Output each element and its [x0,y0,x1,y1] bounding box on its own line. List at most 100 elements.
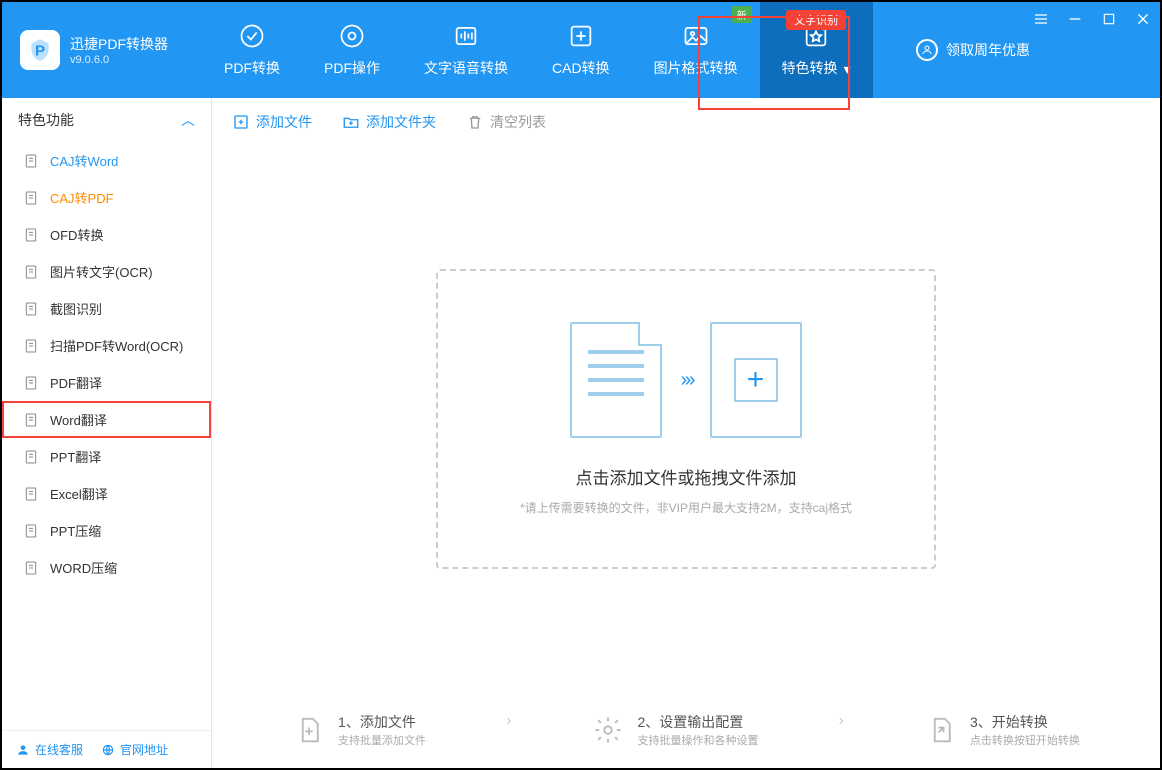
nav-label: CAD转换 [552,58,610,78]
sidebar-item-label: CAJ转PDF [50,188,114,207]
drop-graphic: › › › + [570,322,801,438]
sidebar-item-label: Excel翻译 [50,484,108,503]
reward-link[interactable]: 领取周年优惠 [916,39,1030,61]
plus-file-icon [232,113,250,131]
sidebar-item-label: 图片转文字(OCR) [50,262,153,281]
sidebar-item-2[interactable]: OFD转换 [2,216,211,253]
sidebar-item-1[interactable]: CAJ转PDF [2,179,211,216]
nav-tab-image[interactable]: 新 图片格式转换 [632,2,760,98]
app-logo-icon: P [20,30,60,70]
nav-tabs: PDF转换 PDF操作 文字语音转换 CAD转换 新 图片格式转换 文字识别 特… [202,2,873,98]
file-plus-icon [292,713,326,747]
step-1: 1、添加文件支持批量添加文件 [292,712,426,748]
minimize-icon[interactable] [1066,10,1084,28]
service-label: 在线客服 [35,741,83,758]
sidebar-item-6[interactable]: PDF翻译 [2,364,211,401]
step-title: 3、开始转换 [970,712,1080,732]
sidebar-item-label: OFD转换 [50,225,103,244]
gear-icon [338,22,366,50]
step-2: 2、设置输出配置支持批量操作和各种设置 [591,712,758,748]
nav-tab-special[interactable]: 文字识别 特色转换▾ [760,2,873,98]
settings-icon [591,713,625,747]
file-type-icon [22,485,40,503]
sidebar-item-label: WORD压缩 [50,558,117,577]
toolbar: 添加文件 添加文件夹 清空列表 [212,98,1160,146]
add-document-icon: + [710,322,802,438]
maximize-icon[interactable] [1100,10,1118,28]
file-type-icon [22,300,40,318]
new-badge: 新 [732,6,752,23]
file-type-icon [22,559,40,577]
step-sub: 点击转换按钮开始转换 [970,732,1080,748]
globe-icon [101,743,115,757]
sidebar-item-7[interactable]: Word翻译 [2,401,211,438]
step-title: 1、添加文件 [338,712,426,732]
sidebar-item-label: 截图识别 [50,299,102,318]
sidebar-item-9[interactable]: Excel翻译 [2,475,211,512]
sidebar-item-8[interactable]: PPT翻译 [2,438,211,475]
nav-label: PDF转换 [224,58,280,78]
sidebar-item-11[interactable]: WORD压缩 [2,549,211,586]
drop-subtitle: *请上传需要转换的文件，非VIP用户最大支持2M，支持caj格式 [520,499,852,516]
app-version: v9.0.6.0 [70,54,168,66]
sidebar-item-label: PPT压缩 [50,521,101,540]
sidebar-item-label: CAJ转Word [50,151,118,170]
site-label: 官网地址 [120,741,168,758]
add-file-label: 添加文件 [256,112,312,132]
sidebar-item-4[interactable]: 截图识别 [2,290,211,327]
official-site-link[interactable]: 官网地址 [101,741,168,758]
cad-icon [567,22,595,50]
nav-tab-pdf-convert[interactable]: PDF转换 [202,2,302,98]
file-type-icon [22,189,40,207]
document-icon [570,322,662,438]
file-type-icon [22,337,40,355]
app-name: 迅捷PDF转换器 [70,34,168,54]
image-icon [682,22,710,50]
drop-area[interactable]: › › › + 点击添加文件或拖拽文件添加 *请上传需要转换的文件，非VIP用户… [212,146,1160,692]
online-service-link[interactable]: 在线客服 [16,741,83,758]
clear-list-button[interactable]: 清空列表 [466,112,546,132]
sidebar-group-header[interactable]: 特色功能 ︿ [2,98,211,142]
sidebar-item-3[interactable]: 图片转文字(OCR) [2,253,211,290]
nav-tab-pdf-op[interactable]: PDF操作 [302,2,402,98]
sidebar-item-label: 扫描PDF转Word(OCR) [50,336,183,355]
window-controls [1032,10,1152,28]
trash-icon [466,113,484,131]
sidebar-item-label: Word翻译 [50,410,107,429]
sidebar-item-10[interactable]: PPT压缩 [2,512,211,549]
nav-label: 特色转换▾ [782,58,851,78]
sidebar-item-0[interactable]: CAJ转Word [2,142,211,179]
step-sub: 支持批量操作和各种设置 [637,732,758,748]
add-folder-button[interactable]: 添加文件夹 [342,112,436,132]
nav-label: 文字语音转换 [424,58,508,78]
close-icon[interactable] [1134,10,1152,28]
file-type-icon [22,522,40,540]
sidebar-item-label: PDF翻译 [50,373,102,392]
nav-tab-cad[interactable]: CAD转换 [530,2,632,98]
convert-icon [924,713,958,747]
sidebar-item-5[interactable]: 扫描PDF转Word(OCR) [2,327,211,364]
file-type-icon [22,226,40,244]
logo-area: P 迅捷PDF转换器 v9.0.6.0 [2,30,202,70]
file-type-icon [22,411,40,429]
step-arrow-icon: › [839,712,844,748]
step-sub: 支持批量添加文件 [338,732,426,748]
step-title: 2、设置输出配置 [637,712,758,732]
headset-icon [16,743,30,757]
file-type-icon [22,152,40,170]
plus-folder-icon [342,113,360,131]
chevron-down-icon: ▾ [844,61,851,77]
file-type-icon [22,263,40,281]
audio-icon [452,22,480,50]
menu-icon[interactable] [1032,10,1050,28]
drop-title: 点击添加文件或拖拽文件添加 [576,464,797,489]
add-folder-label: 添加文件夹 [366,112,436,132]
nav-tab-audio[interactable]: 文字语音转换 [402,2,530,98]
svg-text:P: P [35,42,45,59]
step-arrow-icon: › [506,712,511,748]
chevron-up-icon: ︿ [181,110,195,130]
step-3: 3、开始转换点击转换按钮开始转换 [924,712,1080,748]
main-area: 添加文件 添加文件夹 清空列表 › › › + 点击添加文件或拖拽文件添加 *请… [212,98,1160,768]
arrows-icon: › › › [680,369,691,392]
add-file-button[interactable]: 添加文件 [232,112,312,132]
